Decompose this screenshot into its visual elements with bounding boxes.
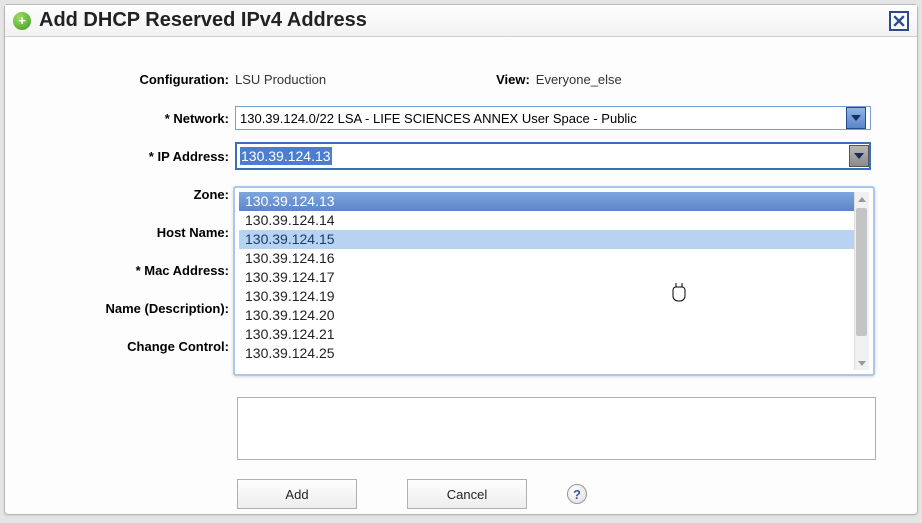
ip-option-list: 130.39.124.13130.39.124.14130.39.124.151…	[239, 192, 869, 363]
help-icon[interactable]: ?	[567, 484, 587, 504]
ip-option[interactable]: 130.39.124.21	[239, 325, 869, 344]
dialog-title: Add DHCP Reserved IPv4 Address	[39, 9, 367, 32]
host-name-label: Host Name:	[25, 225, 235, 240]
row-ip-address: * IP Address: 130.39.124.13	[25, 139, 897, 173]
add-icon	[13, 12, 31, 30]
zone-label: Zone:	[25, 187, 235, 202]
ip-dropdown-inner: 130.39.124.13130.39.124.14130.39.124.151…	[239, 192, 869, 370]
ip-option[interactable]: 130.39.124.15	[239, 230, 869, 249]
add-button[interactable]: Add	[237, 479, 357, 509]
ip-option[interactable]: 130.39.124.13	[239, 192, 869, 211]
name-description-label: Name (Description):	[25, 301, 235, 316]
ip-option[interactable]: 130.39.124.16	[239, 249, 869, 268]
view-label: View:	[496, 72, 530, 87]
ip-option[interactable]: 130.39.124.14	[239, 211, 869, 230]
ip-address-combobox[interactable]: 130.39.124.13	[235, 142, 871, 170]
configuration-value: LSU Production	[235, 72, 326, 87]
ip-option[interactable]: 130.39.124.19	[239, 287, 869, 306]
dialog: Add DHCP Reserved IPv4 Address Configura…	[4, 4, 918, 515]
view-value: Everyone_else	[536, 72, 622, 87]
ip-dropdown-button[interactable]	[849, 145, 869, 167]
ip-option[interactable]: 130.39.124.17	[239, 268, 869, 287]
network-label: * Network:	[25, 111, 235, 126]
ip-address-label: * IP Address:	[25, 149, 235, 164]
scroll-up-arrow-icon[interactable]	[855, 192, 869, 206]
close-icon	[893, 15, 905, 27]
ip-address-value: 130.39.124.13	[240, 147, 332, 165]
scroll-down-arrow-icon[interactable]	[855, 356, 869, 370]
row-network: * Network: 130.39.124.0/22 LSA - LIFE SC…	[25, 101, 897, 135]
scrollbar-thumb[interactable]	[856, 208, 867, 336]
form-body: Configuration: LSU Production View: Ever…	[5, 37, 917, 514]
notes-textarea[interactable]	[237, 397, 876, 460]
close-button[interactable]	[889, 11, 909, 31]
mac-address-label: * Mac Address:	[25, 263, 235, 278]
chevron-down-icon	[854, 153, 864, 159]
network-dropdown-button[interactable]	[846, 107, 866, 129]
button-bar: Add Cancel ?	[237, 479, 587, 509]
network-select-text: 130.39.124.0/22 LSA - LIFE SCIENCES ANNE…	[240, 111, 842, 126]
dropdown-scrollbar[interactable]	[854, 192, 869, 370]
configuration-label: Configuration:	[25, 72, 235, 87]
ip-option[interactable]: 130.39.124.20	[239, 306, 869, 325]
network-select[interactable]: 130.39.124.0/22 LSA - LIFE SCIENCES ANNE…	[235, 106, 871, 130]
cancel-button[interactable]: Cancel	[407, 479, 527, 509]
row-configuration: Configuration: LSU Production View: Ever…	[25, 65, 897, 93]
titlebar: Add DHCP Reserved IPv4 Address	[5, 5, 917, 37]
change-control-label: Change Control:	[25, 339, 235, 354]
chevron-down-icon	[851, 115, 861, 121]
ip-option[interactable]: 130.39.124.25	[239, 344, 869, 363]
ip-dropdown-list[interactable]: 130.39.124.13130.39.124.14130.39.124.151…	[233, 186, 875, 376]
